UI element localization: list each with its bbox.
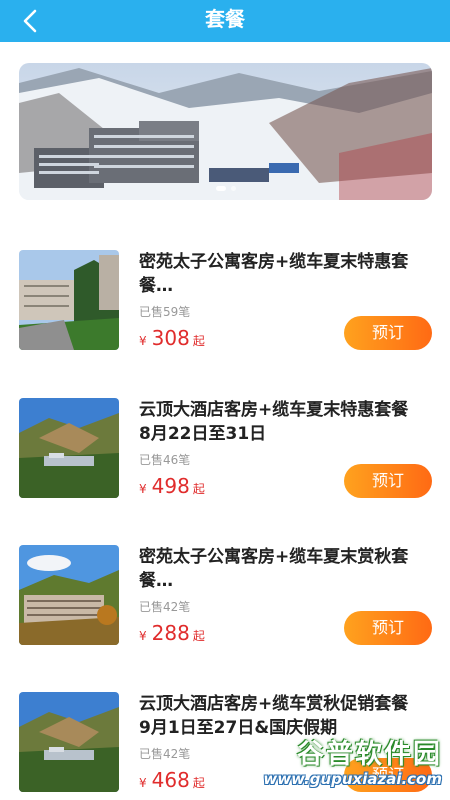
package-item[interactable]: 密苑太子公寓客房+缆车夏末特惠套 餐… 已售59笔 ¥ 308 起 预订 (19, 250, 432, 352)
resort-banner-image (19, 63, 432, 200)
carousel-dot (230, 186, 236, 191)
package-thumbnail (19, 250, 119, 350)
package-price: ¥ 308 起 (139, 326, 205, 350)
price-value: 468 (151, 768, 190, 792)
package-item[interactable]: 云顶大酒店客房+缆车夏末特惠套餐 8月22日至31日 已售46笔 ¥ 498 起… (19, 398, 432, 500)
sold-count: 已售46笔 (139, 453, 191, 467)
page-title: 套餐 (205, 7, 245, 31)
package-price: ¥ 288 起 (139, 621, 205, 645)
package-price: ¥ 468 起 (139, 768, 205, 792)
price-value: 288 (151, 621, 190, 645)
package-title: 密苑太子公寓客房+缆车夏末赏秋套 餐… (139, 547, 409, 591)
book-button[interactable]: 预订 (344, 611, 432, 645)
price-suffix: 起 (192, 776, 205, 790)
watermark: 谷普软件园 www.gupuxiazai.com (242, 732, 442, 794)
carousel-indicator (19, 186, 432, 191)
package-title: 云顶大酒店客房+缆车夏末特惠套餐 8月22日至31日 (139, 400, 409, 444)
package-item[interactable]: 密苑太子公寓客房+缆车夏末赏秋套 餐… 已售42笔 ¥ 288 起 预订 (19, 545, 432, 647)
package-thumbnail (19, 545, 119, 645)
package-thumbnail (19, 398, 119, 498)
sold-count: 已售42笔 (139, 747, 191, 761)
price-suffix: 起 (192, 334, 205, 348)
package-title: 密苑太子公寓客房+缆车夏末特惠套 餐… (139, 252, 409, 296)
currency-symbol: ¥ (139, 482, 147, 496)
book-button[interactable]: 预订 (344, 464, 432, 498)
watermark-url: www.gupuxiazai.com (263, 770, 442, 788)
book-button[interactable]: 预订 (344, 316, 432, 350)
watermark-title: 谷普软件园 (297, 739, 442, 770)
currency-symbol: ¥ (139, 334, 147, 348)
top-bar: 套餐 (0, 0, 450, 42)
package-price: ¥ 498 起 (139, 474, 205, 498)
price-value: 498 (151, 474, 190, 498)
carousel-dot-active (215, 186, 226, 191)
price-suffix: 起 (192, 629, 205, 643)
currency-symbol: ¥ (139, 629, 147, 643)
package-thumbnail (19, 692, 119, 792)
banner-carousel[interactable] (19, 63, 432, 200)
sold-count: 已售42笔 (139, 600, 191, 614)
currency-symbol: ¥ (139, 776, 147, 790)
sold-count: 已售59笔 (139, 305, 191, 319)
price-suffix: 起 (192, 482, 205, 496)
price-value: 308 (151, 326, 190, 350)
